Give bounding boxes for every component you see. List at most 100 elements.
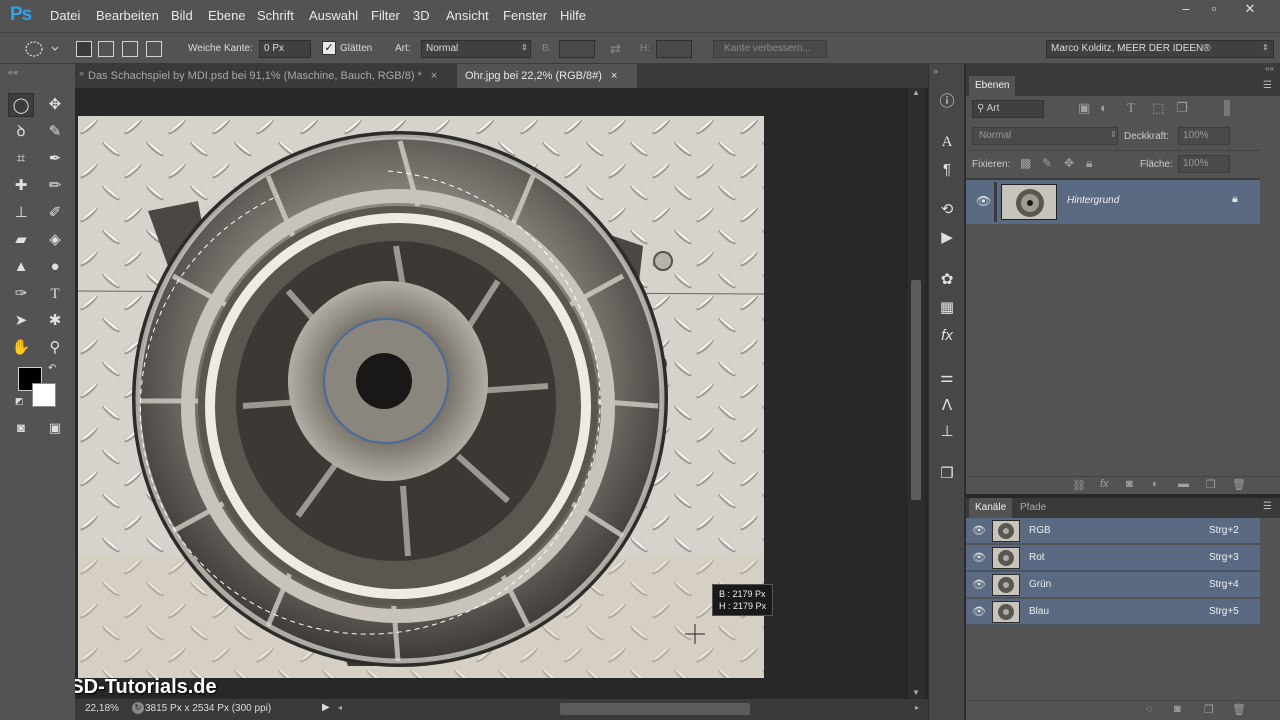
swap-colors-icon[interactable]: ↶ (48, 363, 56, 374)
subtract-selection-icon[interactable] (122, 41, 138, 57)
layer-name[interactable]: Hintergrund (1067, 195, 1119, 206)
character-panel-icon[interactable]: A (937, 132, 957, 152)
add-mask-icon[interactable]: ◙ (1126, 478, 1133, 490)
eyedropper-tool-icon[interactable]: ✒ (42, 147, 68, 171)
clone-stamp-tool-icon[interactable]: ⊥ (8, 201, 34, 225)
delete-layer-icon[interactable]: 🗑︎ (1232, 478, 1246, 491)
custom-shape-tool-icon[interactable]: ✱ (42, 309, 68, 333)
panel-menu-icon[interactable]: ☰ (1263, 80, 1272, 91)
scroll-left-icon[interactable]: ◂ (338, 703, 342, 712)
quick-selection-tool-icon[interactable]: ✎ (42, 120, 68, 144)
channel-row-green[interactable]: 👁︎ Grün Strg+4 (966, 572, 1260, 598)
share-icon[interactable]: ↻ (132, 702, 144, 714)
blur-tool-icon[interactable]: ▲ (8, 255, 34, 279)
elliptical-marquee-icon[interactable] (24, 40, 60, 58)
visibility-eye-icon[interactable]: 👁︎ (972, 605, 986, 618)
default-colors-icon[interactable]: ◩ (15, 396, 24, 407)
new-channel-icon[interactable]: ❐ (1204, 703, 1214, 716)
channel-row-rgb[interactable]: 👁︎ RGB Strg+2 (966, 518, 1260, 544)
menu-ebene[interactable]: Ebene (208, 8, 246, 23)
filter-smart-object-icon[interactable]: ❐ (1176, 100, 1188, 116)
dodge-tool-icon[interactable]: ● (42, 255, 68, 279)
tab-schachspiel[interactable]: Das Schachspiel by MDI.psd bei 91,1% (Ma… (80, 64, 460, 88)
collapse-icon[interactable]: «« (8, 67, 18, 77)
document-image[interactable] (78, 116, 764, 678)
layer-filter-select[interactable]: ⚲ Art (972, 100, 1044, 118)
menu-schrift[interactable]: Schrift (257, 8, 294, 23)
tab-layers[interactable]: Ebenen (969, 76, 1016, 96)
scroll-thumb[interactable] (911, 280, 921, 500)
new-group-icon[interactable]: ▬ (1178, 478, 1189, 490)
swatches-panel-icon[interactable]: ✿ (937, 270, 957, 290)
crop-tool-icon[interactable]: ⌗ (8, 147, 34, 171)
adjustments-panel-icon[interactable]: ⚌ (937, 368, 957, 388)
add-selection-icon[interactable] (98, 41, 114, 57)
clone-source-panel-icon[interactable]: ⊥ (937, 422, 957, 442)
collapse-icon[interactable]: » (933, 66, 938, 76)
horizontal-scroll-thumb[interactable] (560, 703, 750, 715)
opacity-input[interactable]: 100% (1178, 127, 1230, 145)
scroll-down-icon[interactable]: ▼ (912, 688, 920, 697)
height-input[interactable] (656, 40, 692, 58)
status-menu-arrow-icon[interactable]: ▶ (322, 702, 330, 713)
lock-all-icon[interactable]: 🔒︎ (1086, 156, 1092, 171)
save-selection-icon[interactable]: ◙ (1174, 703, 1181, 715)
menu-filter[interactable]: Filter (371, 8, 400, 23)
path-selection-tool-icon[interactable]: ➤ (8, 309, 34, 333)
visibility-eye-icon[interactable]: 👁︎ (972, 524, 986, 537)
restore-button[interactable]: ▫ (1200, 2, 1228, 18)
minimize-button[interactable]: – (1172, 2, 1200, 18)
feather-input[interactable]: 0 Px (259, 40, 311, 58)
delete-channel-icon[interactable]: 🗑︎ (1232, 703, 1246, 716)
type-tool-icon[interactable]: T (42, 282, 68, 306)
info-panel-icon[interactable]: ⓘ (937, 92, 957, 112)
antialias-checkbox[interactable]: ✓ (322, 41, 336, 55)
actions-panel-icon[interactable]: ▶ (937, 228, 957, 248)
scroll-right-icon[interactable]: ▸ (915, 703, 919, 712)
lock-pixels-icon[interactable]: ✎ (1042, 156, 1052, 170)
scroll-up-icon[interactable]: ▲ (912, 88, 920, 97)
fill-input[interactable]: 100% (1178, 155, 1230, 173)
menu-3d[interactable]: 3D (413, 8, 430, 23)
width-input[interactable] (559, 40, 595, 58)
tab-paths[interactable]: Pfade (1014, 498, 1052, 518)
move-tool-icon[interactable]: ✥ (42, 93, 68, 117)
hand-tool-icon[interactable]: ✋ (8, 336, 34, 360)
lock-position-icon[interactable]: ✥ (1064, 156, 1074, 170)
filter-adjustment-icon[interactable]: ◐ (1100, 100, 1108, 115)
zoom-tool-icon[interactable]: ⚲ (42, 336, 68, 360)
new-selection-icon[interactable] (76, 41, 92, 57)
intersect-selection-icon[interactable] (146, 41, 162, 57)
channel-row-blue[interactable]: 👁︎ Blau Strg+5 (966, 599, 1260, 625)
filter-toggle[interactable] (1224, 100, 1230, 116)
menu-datei[interactable]: Datei (50, 8, 80, 23)
history-panel-icon[interactable]: ⟲ (937, 200, 957, 220)
blend-mode-select[interactable]: Normal (972, 127, 1118, 145)
styles-panel-icon[interactable]: ▦ (937, 298, 957, 318)
eraser-tool-icon[interactable]: ▰ (8, 228, 34, 252)
lock-transparent-icon[interactable]: ▩ (1020, 156, 1031, 170)
history-brush-tool-icon[interactable]: ✐ (42, 201, 68, 225)
tab-ohr[interactable]: Ohr.jpg bei 22,2% (RGB/8#) × (457, 64, 637, 88)
filter-shape-icon[interactable]: ⬚ (1152, 100, 1164, 116)
workspace-select[interactable]: Marco Kolditz, MEER DER IDEEN® (1046, 40, 1274, 58)
menu-auswahl[interactable]: Auswahl (309, 8, 358, 23)
filter-pixel-icon[interactable]: ▣ (1078, 100, 1090, 116)
background-color-swatch[interactable] (32, 383, 56, 407)
screen-mode-icon[interactable]: ▣ (42, 416, 68, 440)
channel-row-red[interactable]: 👁︎ Rot Strg+3 (966, 545, 1260, 571)
menu-ansicht[interactable]: Ansicht (446, 8, 489, 23)
lasso-tool-icon[interactable]: ꝺ (8, 120, 34, 144)
close-button[interactable]: ✕ (1236, 2, 1264, 18)
quick-mask-icon[interactable]: ◙ (8, 416, 34, 440)
visibility-eye-icon[interactable]: 👁︎ (976, 194, 991, 208)
swap-icon[interactable]: ⇄ (610, 41, 621, 57)
visibility-eye-icon[interactable]: 👁︎ (972, 578, 986, 591)
style-select[interactable]: Normal (421, 40, 531, 58)
pen-tool-icon[interactable]: ✑ (8, 282, 34, 306)
add-layer-style-icon[interactable]: fx (1100, 478, 1109, 490)
brush-presets-panel-icon[interactable]: ⴷ (937, 396, 957, 416)
brush-tool-icon[interactable]: ✏ (42, 174, 68, 198)
link-layers-icon[interactable]: ⛓︎ (1072, 479, 1086, 492)
visibility-eye-icon[interactable]: 👁︎ (972, 551, 986, 564)
